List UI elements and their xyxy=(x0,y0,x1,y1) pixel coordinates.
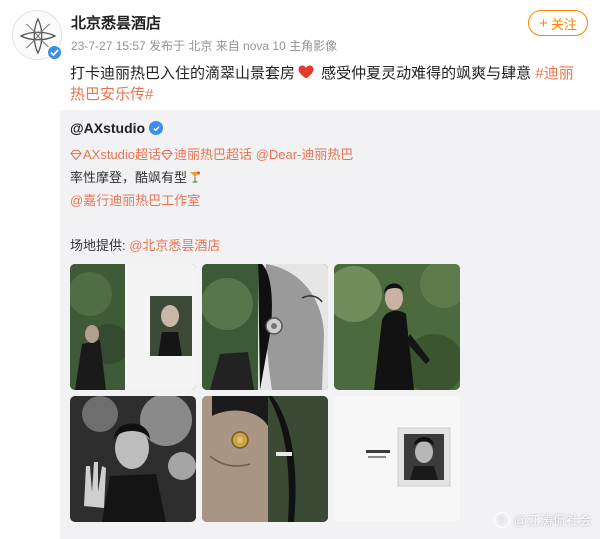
post-text: 打卡迪丽热巴入住的滴翠山景套房 感受仲夏灵动难得的飒爽与肆意 #迪丽热巴安乐传# xyxy=(70,63,585,105)
repost-card: @AXstudio AXstudio超话 迪丽热巴超话 @Dear-迪丽热巴 率性… xyxy=(60,110,600,539)
follow-label: 关注 xyxy=(550,16,577,32)
venue-line: 场地提供: @北京悉昙酒店 xyxy=(70,235,220,254)
repost-caption: 率性摩登，酷飒有型 xyxy=(70,170,188,185)
photo-5-gold-earring[interactable] xyxy=(202,396,328,522)
post-meta: 23-7-27 15:57 发布于 北京 来自 nova 10 主角影像 xyxy=(71,39,338,53)
super-topic-icon xyxy=(161,150,173,160)
verified-badge-icon xyxy=(149,121,164,135)
follow-button[interactable]: + 关注 xyxy=(528,10,588,36)
photo-6-framed-print[interactable] xyxy=(334,396,460,522)
mention-studio[interactable]: @嘉行迪丽热巴工作室 xyxy=(70,190,200,209)
topic-link-dilireba[interactable]: 迪丽热巴超话 xyxy=(174,147,252,162)
repost-author[interactable]: @AXstudio xyxy=(70,120,145,136)
watermark: ◎ @江涛侃社会 xyxy=(493,510,592,529)
venue-label: 场地提供: xyxy=(70,238,130,253)
repost-author-row: @AXstudio xyxy=(70,120,164,136)
repost-topics: AXstudio超话 迪丽热巴超话 @Dear-迪丽热巴 xyxy=(70,144,353,163)
super-topic-icon xyxy=(70,150,82,160)
topic-link-axstudio[interactable]: AXstudio超话 xyxy=(83,147,161,162)
photo-2-earring-closeup[interactable] xyxy=(202,264,328,390)
post-header: 北京悉昙酒店 23-7-27 15:57 发布于 北京 来自 nova 10 主… xyxy=(12,10,588,61)
post-text-tail: 感受仲夏灵动难得的飒爽与肆意 xyxy=(317,65,536,82)
mention-dear-dilireba[interactable]: @Dear-迪丽热巴 xyxy=(256,147,354,162)
photo-4-hand-raised[interactable] xyxy=(70,396,196,522)
repost-line-2: 率性摩登，酷飒有型 xyxy=(70,167,201,186)
heart-icon xyxy=(298,65,314,79)
verified-badge-icon xyxy=(46,44,63,61)
photo-1-portrait-garden[interactable] xyxy=(70,264,196,390)
plus-icon: + xyxy=(539,14,548,32)
post-text-main: 打卡迪丽热巴入住的滴翠山景套房 xyxy=(70,65,296,82)
venue-mention[interactable]: @北京悉昙酒店 xyxy=(129,238,220,253)
watermark-icon: ◎ xyxy=(493,511,510,528)
watermark-text: @江涛侃社会 xyxy=(513,513,592,528)
photo-3-black-dress-garden[interactable] xyxy=(334,264,460,390)
photo-grid xyxy=(70,264,460,524)
cocktail-icon xyxy=(190,171,201,183)
poster-name[interactable]: 北京悉昙酒店 xyxy=(71,12,161,33)
